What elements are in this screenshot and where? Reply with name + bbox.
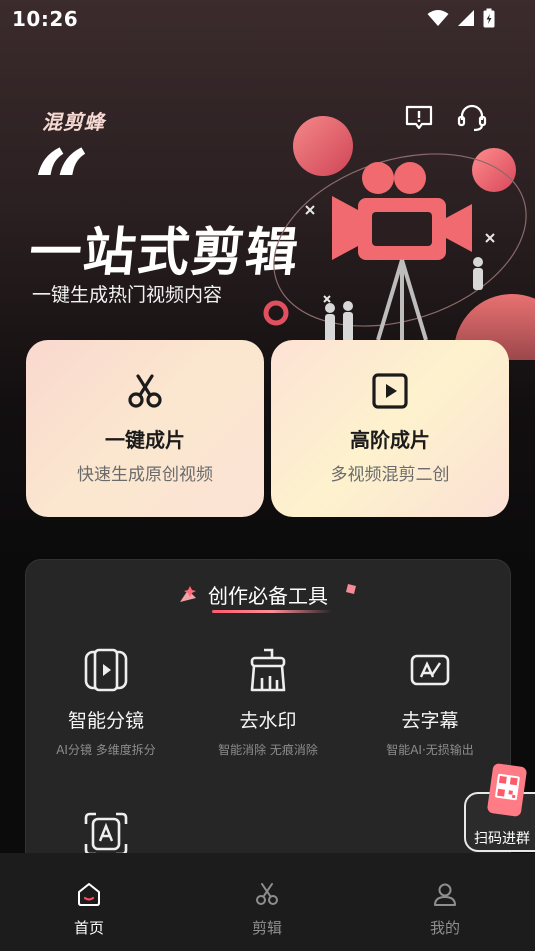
nav-edit-label: 剪辑 — [251, 919, 282, 937]
home-icon — [78, 883, 100, 906]
hero-subtitle: 一键生成热门视频内容 — [32, 284, 223, 306]
tool-name: 去水印 — [239, 710, 297, 732]
nav-profile[interactable]: 我的 — [356, 853, 534, 951]
text-scan-icon — [84, 812, 128, 856]
camera-illustration — [263, 116, 535, 360]
play-square-icon — [372, 373, 408, 409]
nav-home[interactable]: 首页 — [0, 853, 178, 951]
tool-desc: 智能消除 无痕消除 — [218, 743, 318, 757]
eraser-brush-icon — [250, 648, 286, 692]
subtitle-remove-icon — [410, 654, 450, 686]
cellular-signal-icon — [458, 10, 474, 26]
scissors-icon — [256, 883, 278, 905]
advanced-create-subtitle: 多视频混剪二创 — [330, 465, 450, 485]
bottom-navigation: 首页 剪辑 我的 — [0, 853, 535, 951]
wifi-icon — [427, 10, 449, 26]
tools-title: 创作必备工具 — [208, 584, 328, 608]
tool-remove-watermark[interactable]: 去水印 智能消除 无痕消除 — [188, 646, 348, 758]
tool-desc: AI分镜 多维度拆分 — [56, 743, 156, 757]
quick-create-title: 一键成片 — [105, 428, 185, 452]
nav-edit[interactable]: 剪辑 — [178, 853, 356, 951]
nav-profile-label: 我的 — [429, 919, 460, 937]
status-time: 10:26 — [12, 7, 79, 31]
tools-header: 创作必备工具 — [26, 580, 510, 609]
status-bar: 10:26 — [0, 0, 535, 38]
tool-remove-subtitles[interactable]: 去字幕 智能AI·无损输出 — [350, 646, 510, 758]
battery-icon — [483, 8, 495, 28]
creation-tools-panel: 创作必备工具 智能分镜 AI分镜 多维度拆分 去水印 智能消除 无痕消除 去字幕… — [25, 559, 511, 889]
tool-smart-storyboard[interactable]: 智能分镜 AI分镜 多维度拆分 — [26, 646, 186, 758]
tool-name: 智能分镜 — [67, 710, 144, 732]
app-screen: 10:26 混剪蜂 “ 一站式剪辑 一键生成热门视频内容 一键成片 快速生成原创… — [0, 0, 535, 951]
nav-home-label: 首页 — [73, 919, 104, 937]
quick-create-card[interactable]: 一键成片 快速生成原创视频 — [26, 340, 264, 517]
scan-join-group-label: 扫码进群 — [474, 831, 530, 847]
user-icon — [434, 883, 456, 906]
qr-phone-icon — [487, 763, 527, 817]
quick-create-subtitle: 快速生成原创视频 — [77, 465, 213, 485]
hero-banner: 混剪蜂 “ 一站式剪辑 一键生成热门视频内容 — [0, 90, 535, 360]
status-icons — [427, 8, 495, 28]
advanced-create-card[interactable]: 高阶成片 多视频混剪二创 — [271, 340, 509, 517]
tool-desc: 智能AI·无损输出 — [386, 743, 474, 757]
tool-name: 去字幕 — [401, 710, 459, 732]
tools-title-underline — [212, 610, 332, 613]
storyboard-icon — [84, 648, 128, 692]
advanced-create-title: 高阶成片 — [350, 428, 430, 452]
scissors-icon — [128, 374, 162, 408]
